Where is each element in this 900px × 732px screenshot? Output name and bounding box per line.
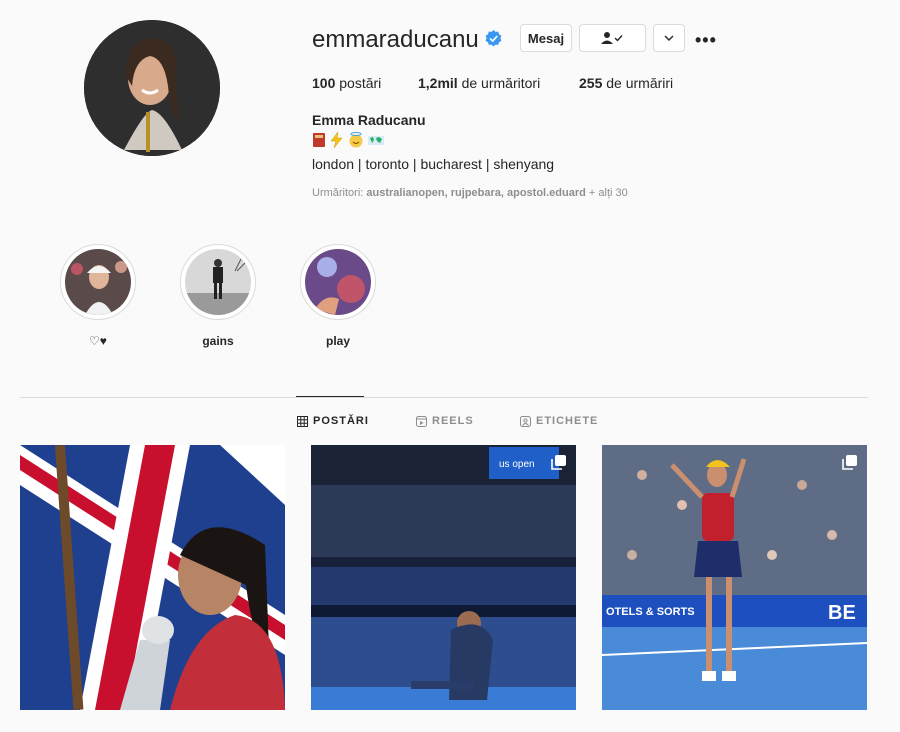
following-button[interactable] bbox=[579, 24, 646, 52]
highlight-label: play bbox=[325, 334, 350, 348]
tab-tagged[interactable]: ETICHETE bbox=[520, 415, 598, 427]
highlight-cover bbox=[65, 249, 131, 315]
reels-icon bbox=[416, 415, 427, 427]
post-3-sign: OTELS & SORTS bbox=[606, 606, 695, 618]
profile-avatar[interactable] bbox=[84, 20, 220, 156]
red-book-icon bbox=[313, 133, 325, 147]
options-button[interactable]: ••• bbox=[695, 30, 717, 51]
tagged-icon bbox=[520, 415, 531, 427]
person-check-icon bbox=[600, 32, 623, 44]
multiple-posts-icon bbox=[842, 455, 857, 470]
highlight-cover bbox=[185, 249, 251, 315]
post-1[interactable] bbox=[20, 445, 285, 710]
highlight-label: gains bbox=[202, 334, 234, 348]
followed-by[interactable]: Urmăritori: australianopen, rujpebara, a… bbox=[312, 187, 628, 199]
highlight-2[interactable]: gains bbox=[180, 244, 256, 350]
chevron-down-icon bbox=[664, 35, 674, 41]
highlight-label: ♡♥ bbox=[89, 334, 107, 348]
highlight-3[interactable]: play bbox=[300, 244, 376, 350]
multiple-posts-icon bbox=[551, 455, 566, 470]
post-2-sign: us open bbox=[499, 459, 535, 470]
grid-icon bbox=[297, 415, 308, 427]
lightning-icon bbox=[330, 132, 343, 148]
highlight-1[interactable]: ♡♥ bbox=[60, 244, 136, 350]
smiling-halo-face-icon bbox=[349, 132, 363, 148]
post-3[interactable]: OTELS & SORTS BE bbox=[602, 445, 867, 710]
profile-username: emmaraducanu bbox=[312, 26, 479, 53]
highlight-cover bbox=[305, 249, 371, 315]
posts-count: 100 postări bbox=[312, 75, 382, 91]
following-count[interactable]: 255 de urmăriri bbox=[579, 75, 673, 91]
bio-location: london | toronto | bucharest | shenyang bbox=[312, 156, 555, 172]
profile-full-name: Emma Raducanu bbox=[312, 112, 426, 128]
followers-count[interactable]: 1,2mil de urmăritori bbox=[418, 75, 540, 91]
tab-reels[interactable]: REELS bbox=[416, 415, 474, 427]
multiple-posts-icon bbox=[260, 455, 275, 470]
verified-badge-icon bbox=[485, 30, 502, 47]
world-map-icon bbox=[368, 136, 384, 145]
post-2[interactable]: us open bbox=[311, 445, 576, 710]
tab-posts[interactable]: POSTĂRI bbox=[297, 415, 369, 427]
post-3-sign2: BE bbox=[828, 602, 856, 624]
active-tab-indicator bbox=[296, 396, 364, 397]
message-button[interactable]: Mesaj bbox=[520, 24, 572, 52]
bio-emojis bbox=[312, 132, 385, 148]
suggested-accounts-button[interactable] bbox=[653, 24, 685, 52]
tabs-divider bbox=[20, 397, 868, 398]
